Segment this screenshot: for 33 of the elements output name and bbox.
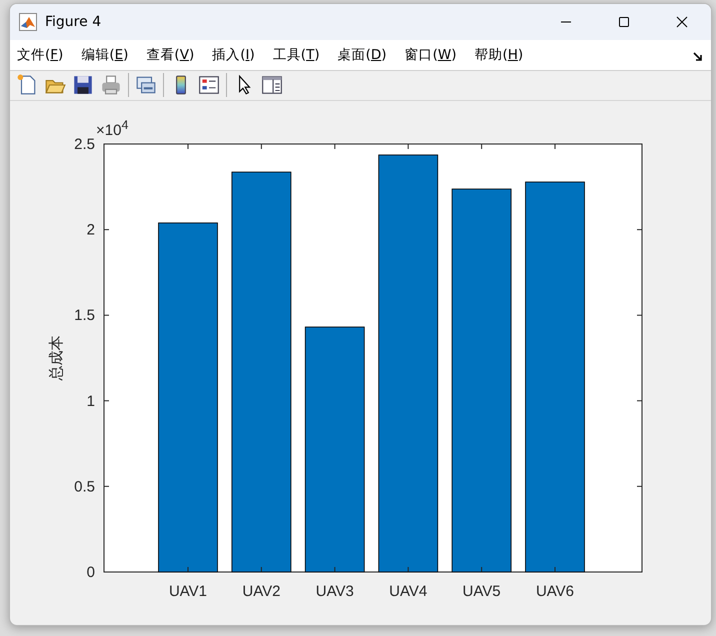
app-icon — [19, 13, 37, 31]
menu-item[interactable]: 编辑(E) — [81, 46, 128, 64]
linked-plot-icon[interactable] — [135, 74, 157, 96]
y-axis-label: 总成本 — [47, 336, 65, 380]
menu-item[interactable]: 帮助(H) — [474, 46, 524, 64]
window-title: Figure 4 — [45, 14, 102, 30]
y-tick-label: 2 — [86, 222, 95, 239]
x-tick-label: UAV4 — [389, 583, 428, 600]
menu-item[interactable]: 查看(V) — [146, 46, 194, 64]
y-tick-label: 2.5 — [74, 136, 95, 153]
printer-icon[interactable] — [100, 74, 122, 96]
maximize-icon[interactable] — [618, 16, 630, 28]
close-icon[interactable] — [676, 16, 688, 28]
menu-item[interactable]: 桌面(D) — [338, 46, 387, 64]
y-tick-label: 1 — [86, 392, 95, 410]
exponent-label: ×10$^{4}$ — [96, 122, 128, 139]
legend-icon[interactable] — [198, 74, 220, 96]
x-tick-label: UAV3 — [316, 583, 354, 600]
y-tick-label: 0 — [86, 564, 95, 581]
menu-item[interactable]: 工具(T) — [272, 46, 320, 64]
menu-item[interactable]: 窗口(W) — [404, 46, 456, 64]
menu-item[interactable]: 插入(I) — [212, 46, 255, 64]
menu-item[interactable]: 文件(F) — [17, 46, 64, 64]
save-icon[interactable] — [72, 74, 94, 96]
x-tick-label: UAV2 — [242, 583, 280, 600]
x-tick-label: UAV6 — [536, 583, 574, 600]
dock-arrow-icon[interactable] — [693, 52, 703, 62]
y-tick-label: 0.5 — [74, 478, 95, 496]
x-tick-label: UAV1 — [168, 583, 208, 600]
new-file-icon[interactable] — [16, 74, 38, 96]
x-tick-label: UAV5 — [462, 583, 501, 600]
y-tick-label: 1.5 — [74, 307, 95, 324]
property-panel-icon[interactable] — [261, 74, 283, 96]
